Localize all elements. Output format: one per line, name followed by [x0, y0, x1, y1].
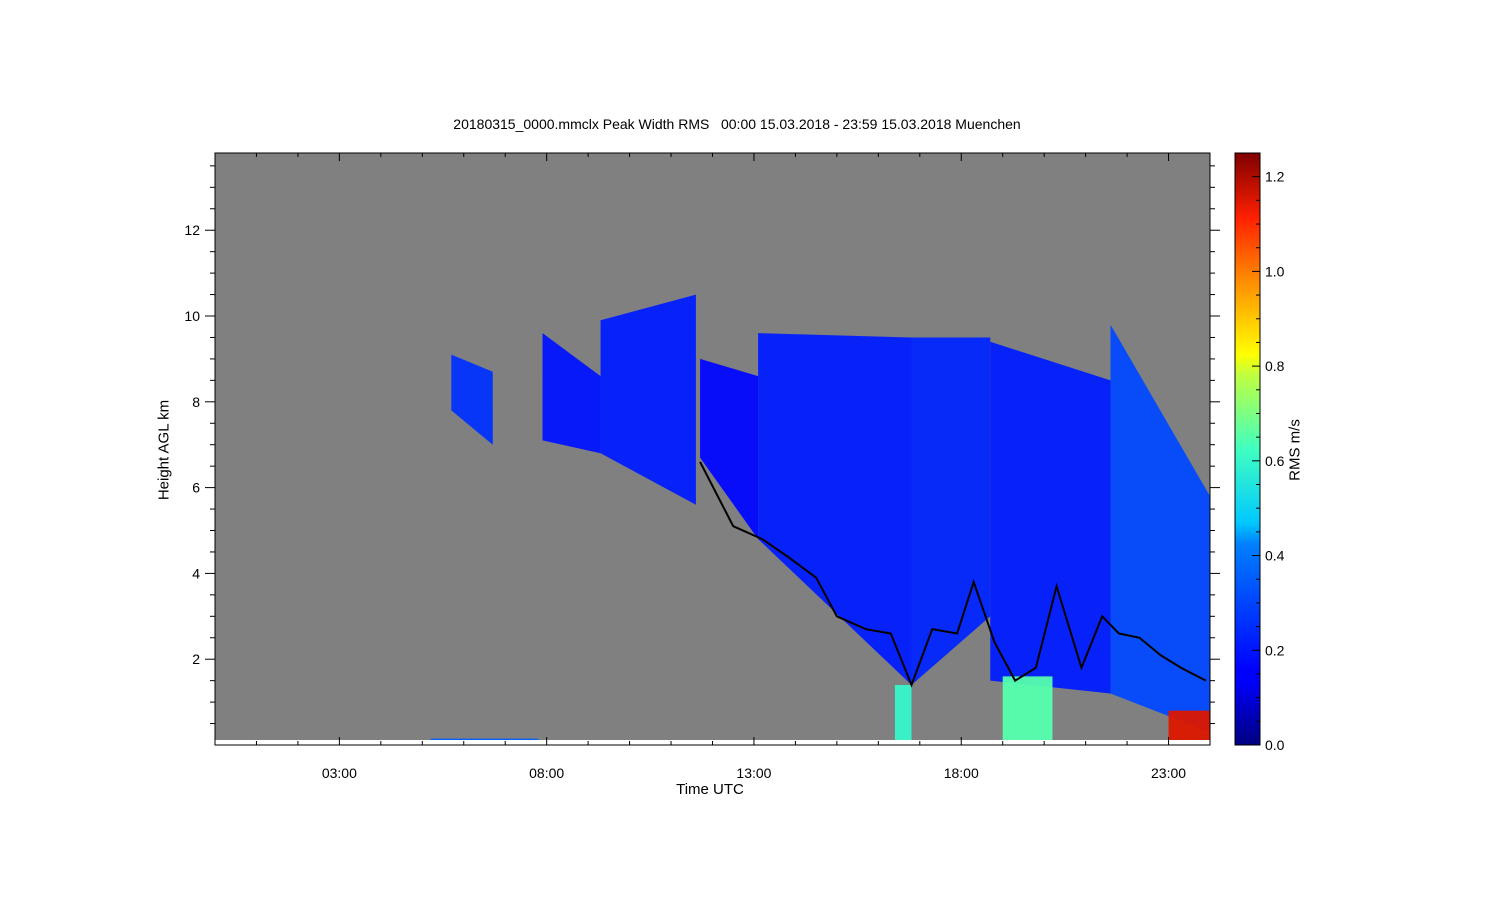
colorbar-tick-label: 0.8 — [1265, 358, 1285, 374]
x-axis-label: Time UTC — [676, 781, 744, 798]
colorbar-tick-label: 0.2 — [1265, 642, 1285, 658]
x-tick-label: 23:00 — [1151, 765, 1186, 781]
y-tick-label: 6 — [192, 480, 200, 496]
colorbar-tick-label: 0.6 — [1265, 453, 1285, 469]
y-tick-label: 10 — [184, 308, 200, 324]
x-tick-label: 18:00 — [944, 765, 979, 781]
colorbar-label: RMS m/s — [1286, 419, 1304, 481]
y-tick-label: 2 — [192, 651, 200, 667]
chart-canvas: 03:00 08:00 13:00 18:00 23:00 2 4 6 8 10 12 0.0 0.… — [184, 152, 1285, 781]
cloud-region — [1002, 676, 1053, 745]
y-tick-label: 4 — [192, 565, 200, 581]
cloud-region — [1168, 710, 1210, 745]
x-tick-label: 13:00 — [736, 765, 771, 781]
colorbar-tick-label: 1.2 — [1265, 169, 1285, 185]
x-tick-label: 08:00 — [529, 765, 564, 781]
colorbar-tick-label: 0.4 — [1265, 548, 1285, 564]
colorbar-tick-label: 1.0 — [1265, 263, 1285, 279]
colorbar — [1234, 152, 1261, 746]
y-tick-label: 12 — [184, 222, 200, 238]
colorbar-tick-label: 0.0 — [1265, 737, 1285, 753]
y-tick-label: 8 — [192, 394, 200, 410]
cloud-region — [894, 684, 912, 745]
y-axis-label: Height AGL km — [155, 399, 173, 501]
x-tick-label: 03:00 — [322, 765, 357, 781]
